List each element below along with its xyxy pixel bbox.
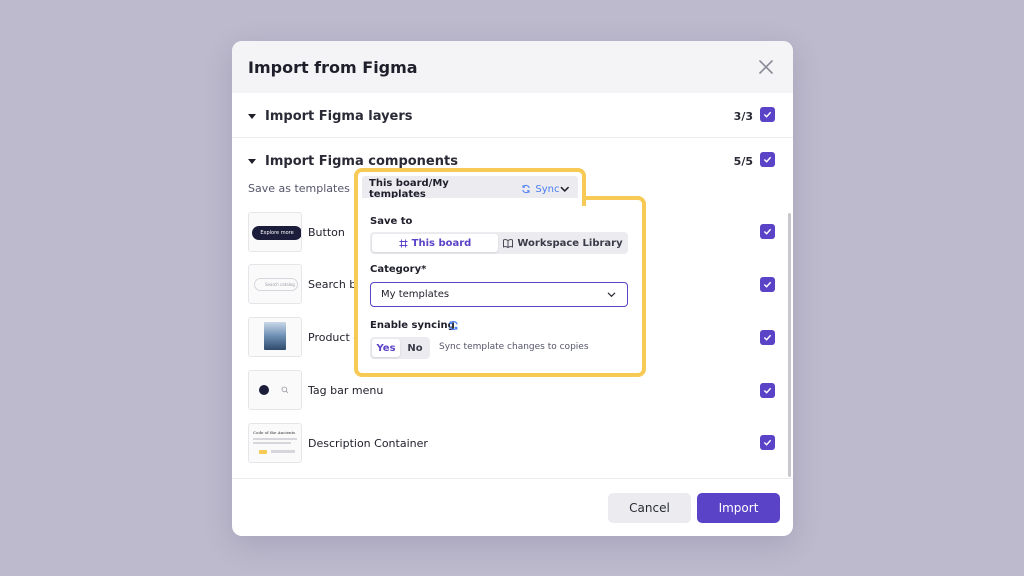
component-name: Product c [308,330,360,344]
component-thumbnail: Explore more [248,212,302,252]
dialog-title: Import from Figma [248,57,418,77]
check-icon [763,228,772,235]
thumb-tag [259,450,267,454]
thumb-text-line [253,438,297,440]
section-title: Import Figma components [265,153,458,169]
check-icon [763,156,772,163]
component-checkbox[interactable] [760,383,775,398]
component-name: Tag bar menu [308,383,384,397]
components-checkbox[interactable] [760,152,775,167]
component-checkbox[interactable] [760,330,775,345]
thumb-avatar [259,385,269,395]
thumb-text-line [271,450,295,453]
sync-label: Sync [535,183,560,195]
workspace-library-label: Workspace Library [517,237,623,249]
import-button[interactable]: Import [697,493,780,523]
check-icon [763,281,772,288]
layers-checkbox[interactable] [760,107,775,122]
frame-icon [399,239,408,247]
section-figma-layers[interactable]: Import Figma layers 3/3 [232,93,793,139]
component-checkbox[interactable] [760,224,775,239]
section-title: Import Figma layers [265,108,413,124]
sync-no-option[interactable]: No [402,339,428,357]
component-checkbox[interactable] [760,277,775,292]
check-icon [763,439,772,446]
save-to-workspace-library[interactable]: Workspace Library [500,234,626,252]
component-name: Button [308,225,345,239]
sync-yes-option[interactable]: Yes [372,339,400,357]
check-icon [763,111,772,118]
chevron-down-icon[interactable] [559,183,571,195]
sync-hint-text: Sync template changes to copies [439,342,589,352]
thumb-button: Explore more [252,226,301,240]
component-row: Code of the Ancients Description Contain… [248,422,778,464]
popover-tab-join [358,198,582,208]
save-to-segmented-control: This board Workspace Library [370,232,628,254]
thumb-product-image [264,322,286,350]
this-board-label: This board [411,237,472,249]
component-thumbnail [248,370,302,410]
category-label: Category* [370,264,427,275]
sync-icon [522,184,531,194]
component-thumbnail: Search catalog [248,264,302,304]
component-name: Description Container [308,436,428,450]
caret-down-icon[interactable] [248,113,256,119]
chevron-down-icon [607,292,616,298]
dialog-header: Import from Figma [232,41,793,93]
save-to-this-board[interactable]: This board [372,234,498,252]
component-thumbnail: Code of the Ancients [248,423,302,463]
scrollbar[interactable] [788,213,791,477]
check-icon [763,334,772,341]
sync-icon [449,321,458,330]
components-count: 5/5 [733,154,753,168]
caret-down-icon[interactable] [248,158,256,164]
search-icon [281,386,289,394]
category-value: My templates [381,289,450,300]
location-label: This board/My templates [369,178,449,200]
check-icon [763,387,772,394]
book-icon [503,238,514,248]
enable-syncing-label: Enable syncing [370,320,455,331]
save-to-label: Save to [370,216,413,227]
close-icon[interactable] [757,58,775,76]
footer-divider [232,478,793,479]
layers-count: 3/3 [733,109,753,123]
cancel-button[interactable]: Cancel [608,493,691,523]
save-as-label: Save as templates in [248,182,364,195]
thumb-search: Search catalog [254,278,298,291]
category-select[interactable]: My templates [370,282,628,307]
component-thumbnail [248,317,302,357]
sync-toggle: Yes No [370,337,430,359]
thumb-text-line [253,442,291,444]
sync-indicator: Sync [521,184,559,195]
thumb-description-title: Code of the Ancients [253,430,296,435]
component-checkbox[interactable] [760,435,775,450]
